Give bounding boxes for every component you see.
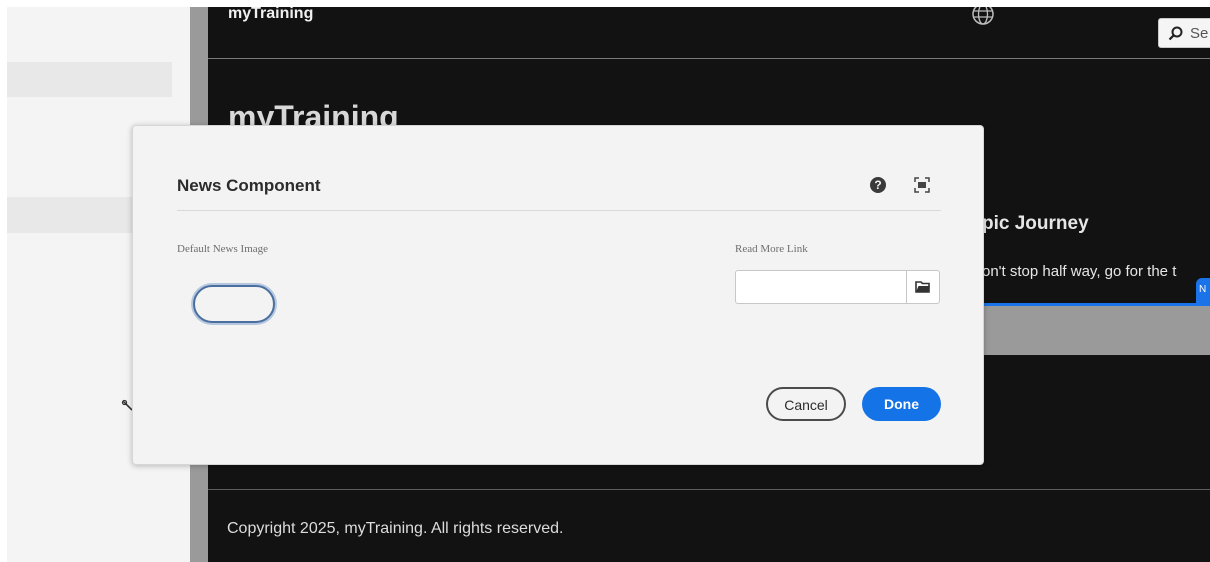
read-more-link-input[interactable]	[735, 270, 907, 304]
footer-divider	[208, 489, 1210, 490]
default-news-image-dropzone[interactable]	[193, 285, 275, 323]
dialog-title: News Component	[177, 176, 321, 195]
site-nav-title[interactable]: myTraining	[228, 7, 313, 23]
teaser-text: on't stop half way, go for the t	[982, 263, 1177, 280]
site-search-input[interactable]: Se	[1158, 18, 1210, 48]
help-icon[interactable]: ?	[869, 176, 887, 194]
dialog-header-divider	[177, 210, 941, 211]
default-news-image-label: Default News Image	[177, 243, 269, 255]
read-more-link-label: Read More Link	[735, 243, 808, 255]
search-icon	[1168, 26, 1183, 41]
globe-icon[interactable]	[971, 7, 995, 27]
footer-copyright: Copyright 2025, myTraining. All rights r…	[227, 520, 564, 537]
side-panel-item[interactable]	[7, 62, 172, 97]
teaser-heading: pic Journey	[982, 213, 1089, 234]
cancel-button[interactable]: Cancel	[766, 387, 846, 421]
folder-icon	[915, 281, 930, 293]
component-toolbar-tab[interactable]: N	[1196, 278, 1210, 304]
search-placeholder: Se	[1190, 25, 1209, 42]
fullscreen-icon[interactable]	[913, 176, 931, 194]
done-button[interactable]: Done	[862, 387, 941, 421]
teaser-band	[982, 303, 1210, 355]
news-component-dialog: News Component ? Default News Image Read…	[132, 125, 984, 465]
nav-divider	[208, 58, 1210, 59]
browse-path-button[interactable]	[906, 270, 940, 304]
svg-text:?: ?	[874, 178, 881, 192]
